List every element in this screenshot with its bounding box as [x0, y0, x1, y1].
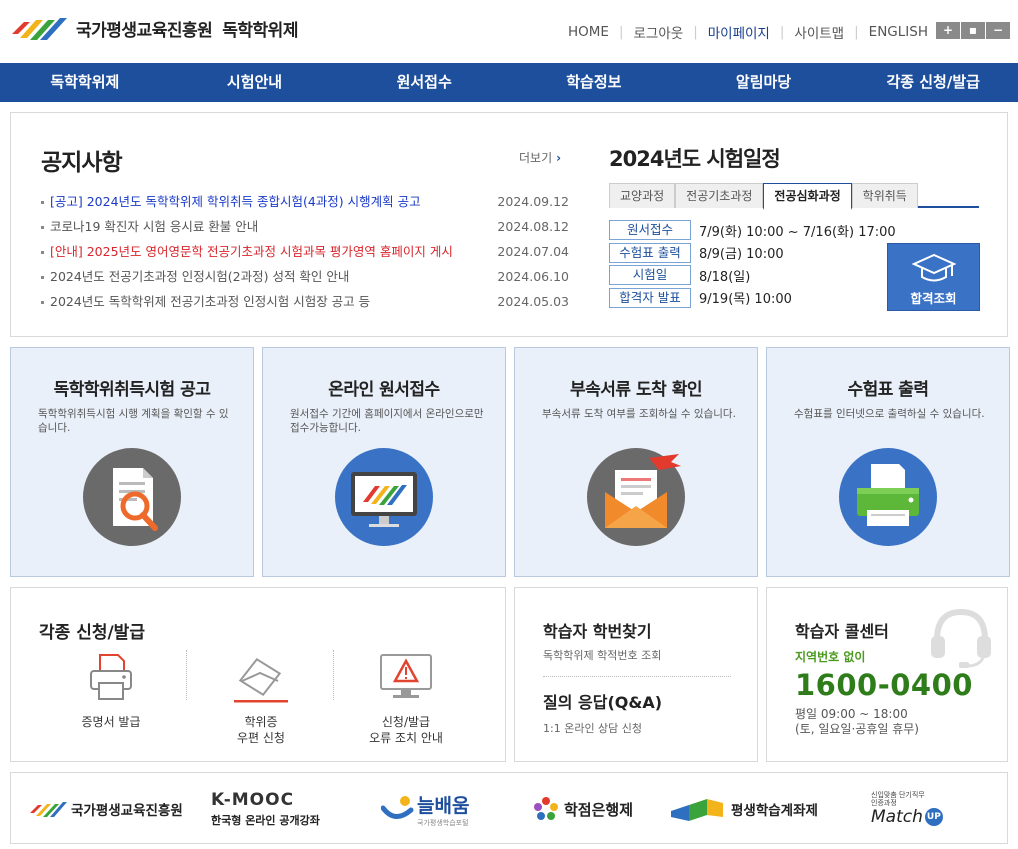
graduation-cap-icon	[911, 253, 956, 282]
font-increase-button[interactable]: +	[936, 22, 960, 39]
english-link[interactable]: ENGLISH	[859, 24, 938, 40]
banner-credit-bank[interactable]: 학점은행제	[533, 773, 633, 845]
mail-icon	[186, 650, 336, 706]
student-id-find-link[interactable]: 학습자 학번찾기	[543, 618, 652, 642]
card-title: 온라인 원서접수	[328, 380, 440, 400]
qna-desc: 1:1 온라인 상담 신청	[543, 722, 643, 735]
utility-nav: HOME | 로그아웃 | 마이페이지 | 사이트맵 | ENGLISH	[558, 22, 938, 42]
mypage-link[interactable]: 마이페이지	[698, 22, 780, 42]
card-print-ticket[interactable]: 수험표 출력 수험표를 인터넷으로 출력하실 수 있습니다.	[766, 347, 1010, 577]
schedule-row: 시험일 8/18(일)	[609, 264, 896, 286]
notice-schedule-panel: 공지사항 더보기 › [공고] 2024년도 독학학위제 학위취득 종합시험(4과…	[10, 112, 1008, 337]
divider	[543, 676, 731, 677]
banner-neulbaeum[interactable]: 늘배움 국가평생학습포털	[381, 773, 469, 845]
call-center-panel: 학습자 콜센터 지역번호 없이 1600-0400 평일 09:00 ~ 18:…	[766, 587, 1008, 762]
notice-more-link[interactable]: 더보기 ›	[519, 149, 561, 166]
tab-degree[interactable]: 학위취득	[851, 183, 918, 208]
card-desc: 독학학위취득시험 시행 계획을 확인할 수 있습니다.	[38, 408, 229, 434]
banner-nile[interactable]: 국가평생교육진흥원	[29, 773, 183, 845]
call-center-title: 학습자 콜센터	[795, 622, 889, 641]
neulbaeum-logo-icon	[381, 796, 414, 819]
credit-bank-logo-icon	[534, 797, 558, 820]
schedule-row: 합격자 발표 9/19(목) 10:00	[609, 287, 896, 309]
notice-item[interactable]: 2024년도 전공기초과정 인정시험(2과정) 성적 확인 안내 2024.06.…	[41, 264, 569, 289]
headset-icon	[931, 608, 991, 668]
nav-item-notice-board[interactable]: 알림마당	[679, 63, 849, 102]
printer-outline-icon	[36, 650, 186, 706]
document-search-icon	[83, 448, 181, 546]
notice-item[interactable]: [안내] 2025년도 영어영문학 전공기초과정 시험과목 평가영역 홈페이지 …	[41, 239, 569, 264]
site-logo[interactable]: 국가평생교육진흥원 독학학위제	[10, 14, 298, 42]
nav-item-study-info[interactable]: 학습정보	[509, 63, 679, 102]
card-desc: 수험표를 인터넷으로 출력하실 수 있습니다.	[794, 408, 985, 420]
call-center-hours: 평일 09:00 ~ 18:00 (토, 일요일·공휴일 휴무)	[795, 707, 919, 736]
notice-list: [공고] 2024년도 독학학위제 학위취득 종합시험(4과정) 시행계획 공고…	[41, 189, 569, 314]
learner-service-panel: 학습자 학번찾기 독학학위제 학적번호 조회 질의 응답(Q&A) 1:1 온라…	[514, 587, 758, 762]
site-name: 독학학위제	[222, 20, 298, 41]
chevron-right-icon: ›	[556, 151, 562, 165]
envelope-icon	[587, 448, 685, 546]
diploma-mail-link[interactable]: 학위증 우편 신청	[186, 650, 336, 746]
nav-item-exam-info[interactable]: 시험안내	[170, 63, 340, 102]
banner-lifelong-account[interactable]: 평생학습계좌제	[669, 773, 818, 845]
card-desc: 원서접수 기간에 홈페이지에서 온라인으로만 접수가능합니다.	[290, 408, 484, 434]
lifelong-account-logo-icon	[671, 799, 723, 821]
apply-title: 각종 신청/발급	[39, 623, 145, 643]
org-name: 국가평생교육진흥원	[76, 20, 213, 41]
schedule-tabs: 교양과정 전공기초과정 전공심화과정 학위취득	[609, 183, 979, 210]
card-desc: 부속서류 도착 여부를 조회하실 수 있습니다.	[542, 408, 736, 420]
related-sites-banner: 국가평생교육진흥원 K-MOOC 한국형 온라인 공개강좌 늘배움 국가평생학습…	[10, 772, 1008, 844]
printer-icon	[839, 448, 937, 546]
notice-item[interactable]: 코로나19 확진자 시험 응시료 환불 안내 2024.08.12	[41, 214, 569, 239]
main-nav: 독학학위제 시험안내 원서접수 학습정보 알림마당 각종 신청/발급	[0, 63, 1018, 102]
monitor-icon	[335, 448, 433, 546]
font-reset-button[interactable]: ▪	[961, 22, 985, 39]
banner-kmooc[interactable]: K-MOOC 한국형 온라인 공개강좌	[211, 773, 320, 845]
call-center-number: 1600-0400	[795, 668, 973, 702]
nile-logo-icon	[30, 802, 67, 817]
certificates-panel: 각종 신청/발급 증명서 발급 학위증 우편 신청 신청/발급 오류 조치 안내	[10, 587, 506, 762]
nav-item-certificates[interactable]: 각종 신청/발급	[848, 63, 1018, 102]
tab-major-advanced[interactable]: 전공심화과정	[763, 183, 852, 210]
error-guide-link[interactable]: 신청/발급 오류 조치 안내	[331, 650, 481, 746]
banner-matchup[interactable]: 신입맞춤 단기직무인증과정 Match UP	[871, 773, 943, 845]
tab-general[interactable]: 교양과정	[609, 183, 676, 208]
schedule-row: 수험표 출력 8/9(금) 10:00	[609, 242, 896, 264]
nav-item-application[interactable]: 원서접수	[339, 63, 509, 102]
header: 국가평생교육진흥원 독학학위제 HOME | 로그아웃 | 마이페이지 | 사이트맵 | …	[0, 0, 1018, 63]
call-center-sub: 지역번호 없이	[795, 650, 866, 664]
nile-logo-icon	[12, 18, 67, 40]
logout-link[interactable]: 로그아웃	[624, 22, 694, 42]
notice-item[interactable]: 2024년도 독학학위제 전공기초과정 인정시험 시험장 공고 등 2024.05…	[41, 289, 569, 314]
nav-item-self-degree[interactable]: 독학학위제	[0, 63, 170, 102]
student-id-find-desc: 독학학위제 학적번호 조회	[543, 649, 662, 662]
card-exam-notice[interactable]: 독학학위취득시험 공고 독학학위취득시험 시행 계획을 확인할 수 있습니다.	[10, 347, 254, 577]
warning-monitor-icon	[331, 650, 481, 706]
pass-check-button[interactable]: 합격조회	[887, 243, 980, 311]
schedule-table: 원서접수 7/9(화) 10:00 ~ 7/16(화) 17:00 수험표 출력 8…	[609, 219, 896, 309]
schedule-row: 원서접수 7/9(화) 10:00 ~ 7/16(화) 17:00	[609, 219, 896, 241]
sitemap-link[interactable]: 사이트맵	[784, 22, 854, 42]
schedule-title: 2024년도 시험일정	[609, 147, 781, 171]
card-title: 독학학위취득시험 공고	[53, 380, 211, 400]
qna-link[interactable]: 질의 응답(Q&A)	[543, 689, 662, 713]
home-link[interactable]: HOME	[558, 24, 619, 40]
card-online-application[interactable]: 온라인 원서접수 원서접수 기간에 홈페이지에서 온라인으로만 접수가능합니다.	[262, 347, 506, 577]
card-title: 수험표 출력	[847, 380, 929, 400]
notice-title: 공지사항	[41, 150, 123, 176]
certificate-issue-link[interactable]: 증명서 발급	[36, 650, 186, 730]
card-title: 부속서류 도착 확인	[570, 380, 702, 400]
font-size-controls: + ▪ −	[935, 22, 1010, 39]
card-document-arrival[interactable]: 부속서류 도착 확인 부속서류 도착 여부를 조회하실 수 있습니다.	[514, 347, 758, 577]
font-decrease-button[interactable]: −	[986, 22, 1010, 39]
tab-major-basic[interactable]: 전공기초과정	[675, 183, 764, 208]
notice-item[interactable]: [공고] 2024년도 독학학위제 학위취득 종합시험(4과정) 시행계획 공고…	[41, 189, 569, 214]
